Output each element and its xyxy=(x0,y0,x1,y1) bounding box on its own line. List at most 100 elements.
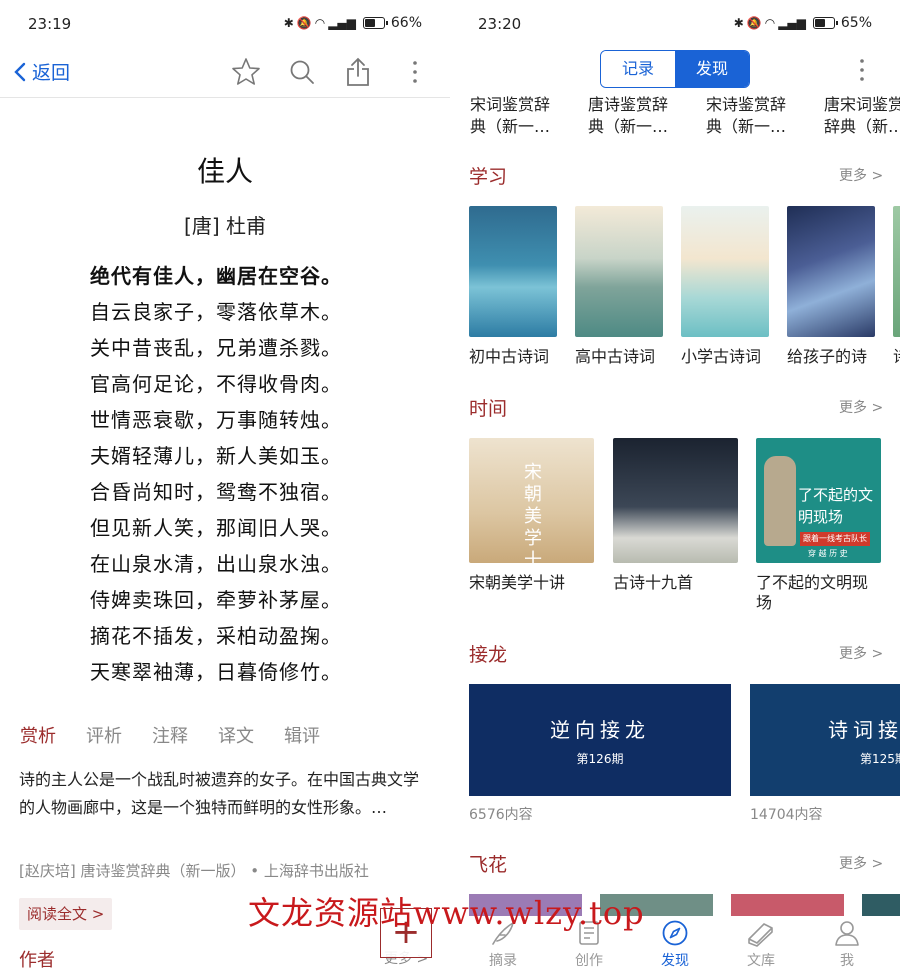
feihua-card[interactable] xyxy=(731,894,844,918)
search-icon xyxy=(290,60,314,84)
jielong-card[interactable]: 逆向接龙 第126期 6576内容 xyxy=(469,684,750,824)
jielong-card[interactable]: 诗词接 第125期 14704内容 xyxy=(750,684,900,824)
share-icon xyxy=(347,57,369,86)
jielong-more-link[interactable]: 更多 > xyxy=(839,643,883,663)
cover-subtitle: 穿 越 历 史 xyxy=(808,549,848,558)
feihua-card[interactable] xyxy=(862,894,900,918)
more-options-button[interactable] xyxy=(858,58,874,82)
tab-discover[interactable]: 发现 xyxy=(675,51,749,87)
nav-library[interactable]: 文库 xyxy=(731,916,791,974)
section-title-study: 学习 xyxy=(469,166,508,188)
analysis-text: 诗的主人公是一个战乱时被遗弃的女子。在中国古典文学的人物画廊中，这是一个独特而鲜… xyxy=(19,770,420,817)
poem-line: 世情恶衰歇，万事随转烛。 xyxy=(90,408,342,432)
share-button[interactable] xyxy=(342,56,374,88)
book-item[interactable]: 宋诗鉴赏辞 典（新一… xyxy=(706,94,824,138)
back-label: 返回 xyxy=(32,62,71,84)
more-options-button[interactable] xyxy=(399,56,431,88)
cover-image xyxy=(613,438,738,563)
battery-percent: 66% xyxy=(390,15,422,31)
tab-commentary[interactable]: 评析 xyxy=(86,722,122,748)
book-title-line: 辞典（新… xyxy=(824,117,900,136)
read-full-button[interactable]: 阅读全文 > xyxy=(19,898,113,930)
tab-translation[interactable]: 译文 xyxy=(218,722,254,748)
study-caption: 小学古诗词 xyxy=(681,347,762,366)
poem-line: 官高何足论，不得收骨肉。 xyxy=(90,372,342,396)
more-vertical-icon xyxy=(860,59,864,81)
poem-detail-screen: 23:19 ✱ 🔕 ◠ ▂▄▆ 66% 返回 佳人 [唐] 杜甫 绝代有佳人，幽… xyxy=(0,0,450,974)
study-card[interactable]: 给孩子的诗 xyxy=(787,206,893,367)
study-row: 初中古诗词 高中古诗词 小学古诗词 给孩子的诗 诗 xyxy=(469,206,900,367)
cover-image: 了不起的文明现场 跟着一线考古队长 穿 越 历 史 xyxy=(756,438,881,563)
study-card[interactable]: 诗 xyxy=(893,206,900,367)
jielong-banner: 逆向接龙 第126期 xyxy=(469,684,731,796)
study-caption: 高中古诗词 xyxy=(575,347,656,366)
poem-line: 但见新人笑，那闻旧人哭。 xyxy=(90,516,342,540)
jielong-banner: 诗词接 第125期 xyxy=(750,684,900,796)
wifi-icon: ◠ xyxy=(314,16,326,30)
book-title-line: 典（新一… xyxy=(470,117,551,136)
book-title-line: 唐宋词鉴赏 xyxy=(824,95,900,114)
section-title-feihua: 飞花 xyxy=(469,854,508,876)
battery-icon xyxy=(812,17,838,29)
book-item[interactable]: 唐诗鉴赏辞典（新一… xyxy=(588,94,706,138)
poem-author: [唐] 杜甫 xyxy=(184,214,266,238)
battery-icon xyxy=(362,17,388,29)
time-card[interactable]: 古诗十九首 xyxy=(613,438,756,613)
record-discover-toggle: 记录 发现 xyxy=(600,50,750,88)
cover-image: 宋朝美学十讲 xyxy=(469,438,594,563)
book-item[interactable]: 宋词鉴赏辞典（新一… xyxy=(470,94,588,138)
signal-icon: ▂▄▆ xyxy=(328,16,356,30)
mute-icon: 🔕 xyxy=(296,16,312,30)
back-button[interactable]: 返回 xyxy=(14,58,70,85)
tab-collected-reviews[interactable]: 辑评 xyxy=(284,722,320,748)
jielong-issue: 第125期 xyxy=(860,752,900,766)
books-icon xyxy=(748,923,773,947)
poem-line: 合昏尚知时，鸳鸯不独宿。 xyxy=(90,480,342,504)
nav-discover[interactable]: 发现 xyxy=(645,916,705,974)
watermark-text: 文龙资源站www.wlzy.top xyxy=(248,894,645,932)
tab-notes[interactable]: 注释 xyxy=(152,722,188,748)
study-caption: 给孩子的诗 xyxy=(787,347,868,366)
time-more-link[interactable]: 更多 > xyxy=(839,397,883,417)
status-icons: ✱ 🔕 ◠ ▂▄▆ 65% xyxy=(734,15,872,31)
more-vertical-icon xyxy=(413,61,417,83)
time-row: 宋朝美学十讲 宋朝美学十讲 古诗十九首 了不起的文明现场 跟着一线考古队长 穿 … xyxy=(469,438,882,613)
jielong-banner-title: 诗词接 xyxy=(828,718,900,742)
time-card[interactable]: 了不起的文明现场 跟着一线考古队长 穿 越 历 史 了不起的文明现场 xyxy=(756,438,882,613)
cover-image xyxy=(787,206,875,337)
jielong-row: 逆向接龙 第126期 6576内容 诗词接 第125期 14704内容 xyxy=(469,684,900,824)
poem-line: 在山泉水清，出山泉水浊。 xyxy=(90,552,342,576)
poem-line: 自云良家子，零落依草木。 xyxy=(90,300,342,324)
analysis-source: [赵庆培] 唐诗鉴赏辞典（新一版） • 上海辞书出版社 xyxy=(19,862,369,880)
artifact-image xyxy=(764,456,796,546)
time-card[interactable]: 宋朝美学十讲 宋朝美学十讲 xyxy=(469,438,613,613)
chevron-left-icon xyxy=(14,62,26,81)
poem-line: 天寒翠袖薄，日暮倚修竹。 xyxy=(90,660,342,684)
nav-me[interactable]: 我 xyxy=(817,916,877,974)
cover-title: 宋朝美学十讲 xyxy=(524,462,542,563)
signal-icon: ▂▄▆ xyxy=(778,16,806,30)
study-card[interactable]: 小学古诗词 xyxy=(681,206,787,367)
study-more-link[interactable]: 更多 > xyxy=(839,165,883,185)
tab-record[interactable]: 记录 xyxy=(601,51,675,87)
book-item[interactable]: 唐宋词鉴赏辞典（新… xyxy=(824,94,900,138)
search-button[interactable] xyxy=(286,56,318,88)
bluetooth-icon: ✱ xyxy=(733,16,744,30)
status-time: 23:19 xyxy=(28,15,72,33)
nav-label: 创作 xyxy=(575,953,603,969)
book-title-line: 唐诗鉴赏辞 xyxy=(588,95,669,114)
study-card[interactable]: 高中古诗词 xyxy=(575,206,681,367)
tab-appreciation[interactable]: 赏析 xyxy=(20,722,56,748)
book-title-line: 典（新一… xyxy=(588,117,669,136)
poem-line: 侍婢卖珠回，牵萝补茅屋。 xyxy=(90,588,342,612)
status-time: 23:20 xyxy=(478,15,522,33)
book-title-line: 宋词鉴赏辞 xyxy=(470,95,551,114)
feihua-more-link[interactable]: 更多 > xyxy=(839,853,883,873)
study-card[interactable]: 初中古诗词 xyxy=(469,206,575,367)
jielong-count: 14704内容 xyxy=(750,807,823,823)
top-bar: 返回 xyxy=(0,48,450,98)
favorite-button[interactable] xyxy=(230,56,262,88)
time-caption: 古诗十九首 xyxy=(613,573,694,592)
compass-icon xyxy=(662,920,688,946)
cover-image xyxy=(469,206,557,337)
